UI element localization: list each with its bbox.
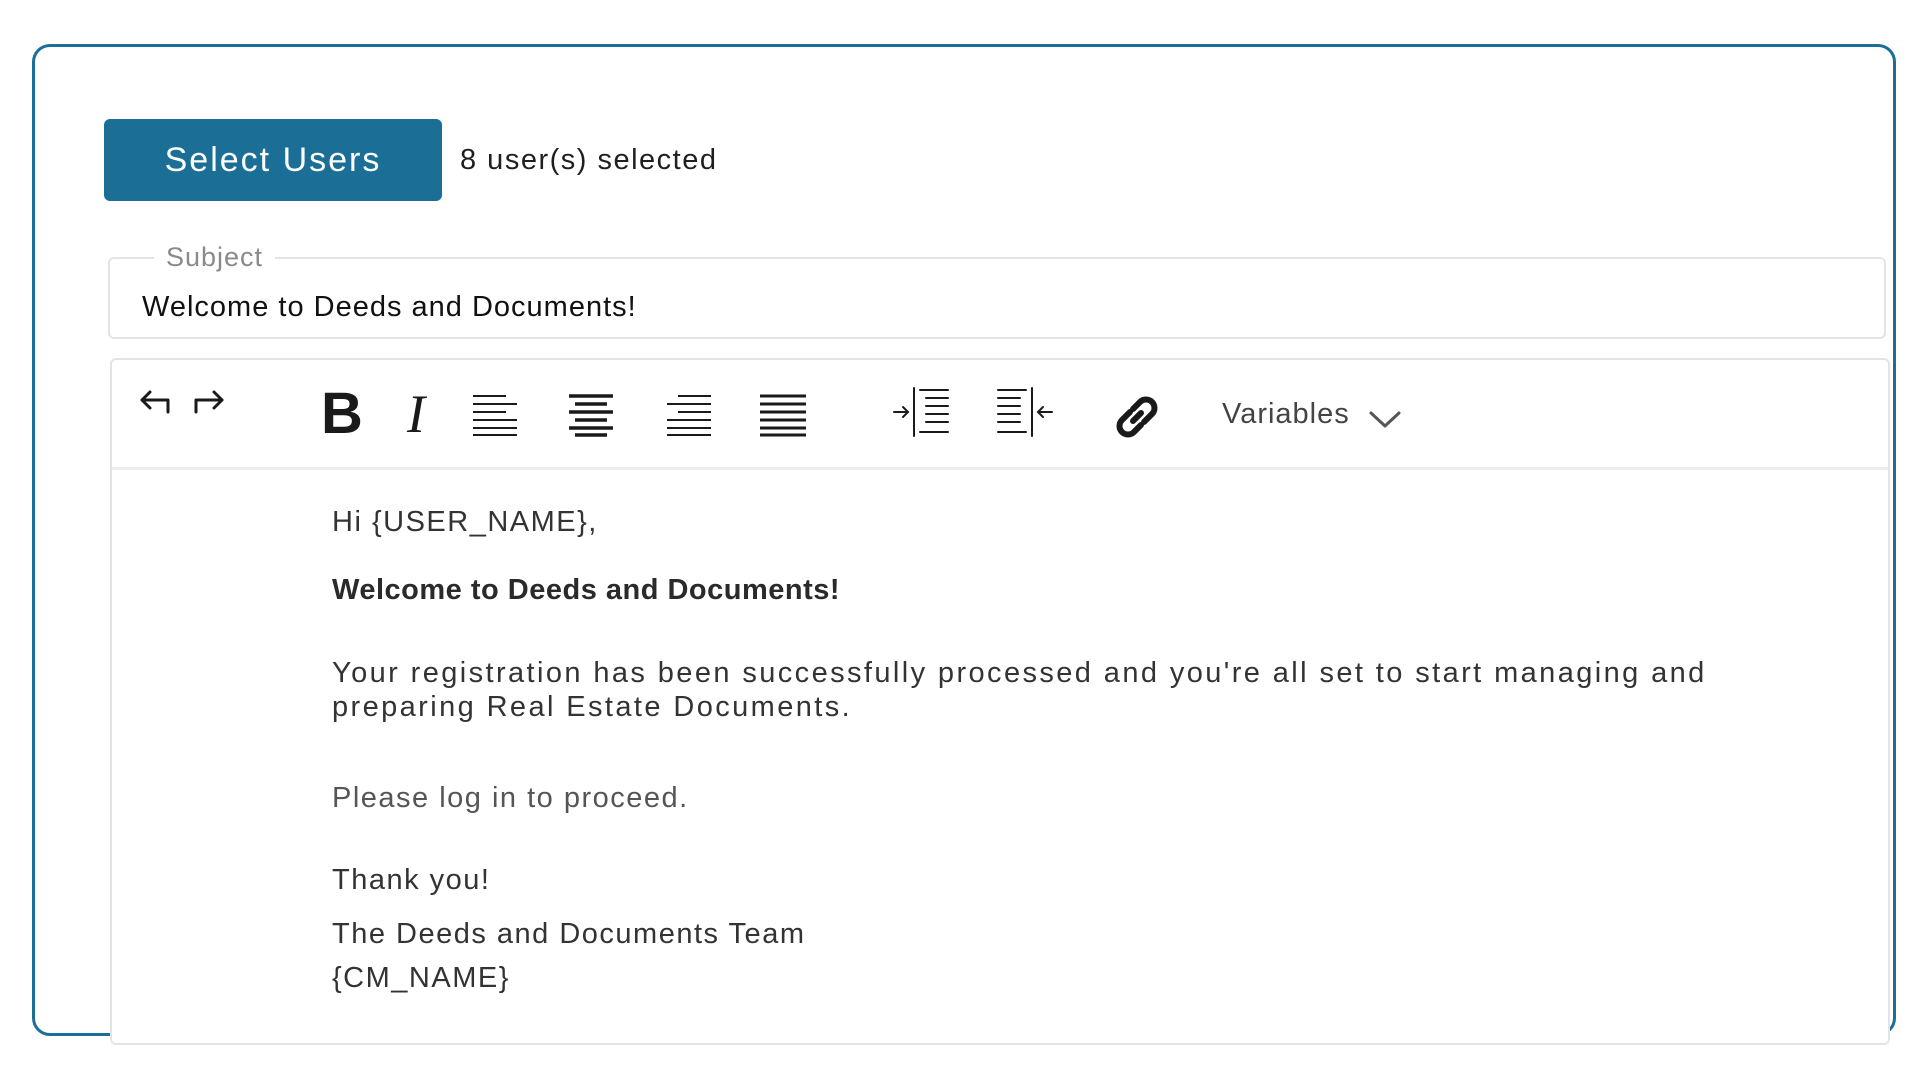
chevron-down-icon bbox=[1368, 409, 1402, 434]
subject-input-value[interactable]: Welcome to Deeds and Documents! bbox=[142, 287, 637, 327]
outdent-icon[interactable] bbox=[994, 384, 1056, 440]
email-paragraph: Your registration has been successfully … bbox=[332, 657, 1707, 723]
link-icon[interactable] bbox=[1108, 388, 1166, 446]
bold-button[interactable]: B bbox=[318, 382, 366, 446]
align-center-icon[interactable] bbox=[566, 390, 616, 440]
editor-content[interactable]: Hi {USER_NAME}, Welcome to Deeds and Doc… bbox=[332, 470, 1828, 1043]
select-users-button[interactable]: Select Users bbox=[104, 119, 442, 201]
italic-button[interactable]: I bbox=[396, 382, 436, 446]
rich-text-editor: B I Variables Hi {USER_NAME}, Welcome to… bbox=[110, 358, 1890, 1045]
redo-icon[interactable] bbox=[188, 382, 228, 422]
align-right-icon[interactable] bbox=[664, 390, 714, 440]
email-signature-team: The Deeds and Documents Team bbox=[332, 918, 806, 950]
subject-field[interactable]: Subject Welcome to Deeds and Documents! bbox=[108, 239, 1886, 339]
indent-icon[interactable] bbox=[890, 384, 952, 440]
editor-toolbar: B I Variables bbox=[112, 360, 1888, 470]
email-greeting: Hi {USER_NAME}, bbox=[332, 506, 598, 538]
selected-users-count: 8 user(s) selected bbox=[460, 144, 718, 176]
align-justify-icon[interactable] bbox=[757, 390, 809, 440]
align-left-icon[interactable] bbox=[470, 390, 520, 440]
subject-label: Subject bbox=[154, 239, 276, 275]
bold-glyph: B bbox=[321, 381, 363, 446]
variables-label: Variables bbox=[1222, 397, 1350, 430]
email-signature-cm-name: {CM_NAME} bbox=[332, 962, 510, 994]
undo-icon[interactable] bbox=[136, 382, 176, 422]
email-proceed-line: Please log in to proceed. bbox=[332, 782, 689, 814]
email-composer-panel: Select Users 8 user(s) selected Subject … bbox=[32, 44, 1896, 1045]
email-heading: Welcome to Deeds and Documents! bbox=[332, 574, 841, 606]
italic-glyph: I bbox=[407, 384, 425, 444]
variables-dropdown[interactable]: Variables bbox=[1222, 386, 1402, 442]
email-thanks: Thank you! bbox=[332, 864, 491, 896]
